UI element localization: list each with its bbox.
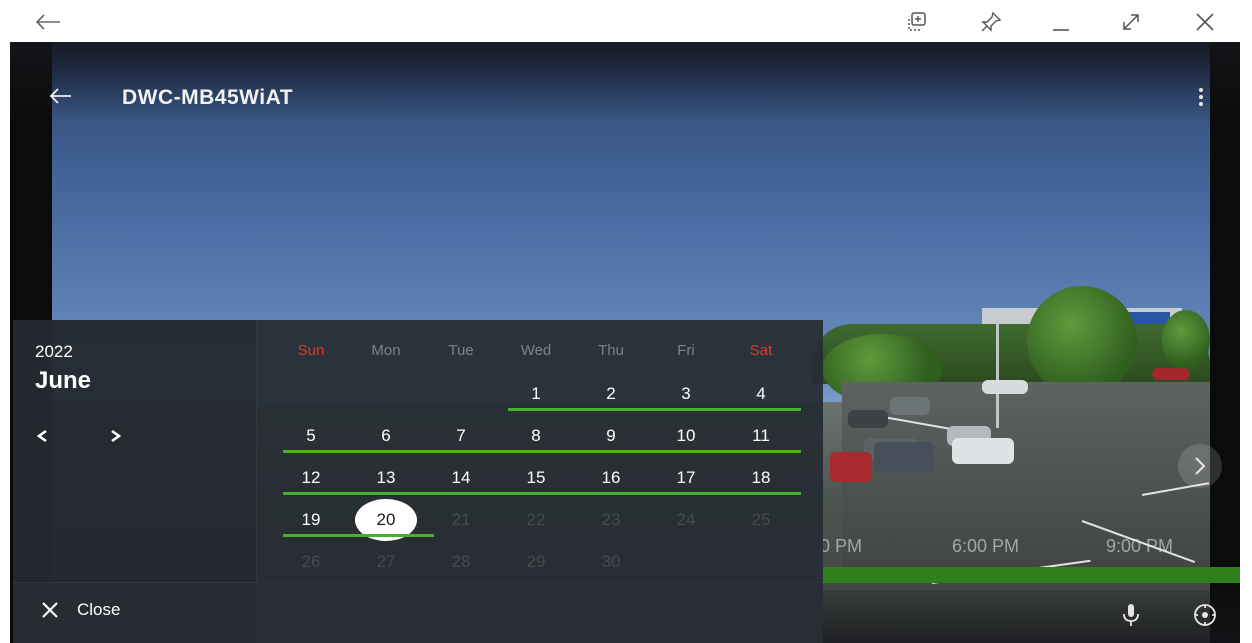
calendar-day-22: 22 xyxy=(526,510,546,529)
car xyxy=(890,397,930,415)
recording-timeline-bar[interactable] xyxy=(822,567,1240,583)
close-picker-button[interactable]: Close xyxy=(41,598,120,622)
minimize-icon xyxy=(1053,29,1069,31)
car xyxy=(982,380,1028,394)
expand-icon xyxy=(1123,14,1139,30)
car xyxy=(874,442,934,472)
minimize-button[interactable] xyxy=(1046,8,1076,36)
ptz-control-icon xyxy=(1194,604,1216,626)
chevron-right-icon xyxy=(1195,457,1206,475)
control-bar xyxy=(822,590,1240,643)
calendar-day-10[interactable]: 10 xyxy=(656,420,716,452)
calendar-day-23: 23 xyxy=(601,510,621,529)
calendar-day-13[interactable]: 13 xyxy=(356,462,416,494)
weekday-header-sat: Sat xyxy=(749,342,773,359)
arrow-left-icon xyxy=(35,14,60,30)
calendar-day-7[interactable]: 7 xyxy=(431,420,491,452)
calendar-day-6[interactable]: 6 xyxy=(356,420,416,452)
microphone-icon xyxy=(1123,604,1139,626)
recording-day-underline xyxy=(508,408,801,411)
recording-day-underline xyxy=(283,492,801,495)
recording-day-underline xyxy=(283,450,801,453)
calendar-day-21: 21 xyxy=(451,510,471,529)
calendar-day-15[interactable]: 15 xyxy=(506,462,566,494)
window-close-button[interactable] xyxy=(1190,8,1220,36)
camera-back-button[interactable] xyxy=(48,86,72,111)
tree xyxy=(1162,310,1210,370)
weekday-header-wed: Wed xyxy=(520,342,552,359)
calendar-day-29: 29 xyxy=(526,552,546,571)
weekday-header-fri: Fri xyxy=(677,342,695,359)
calendar-day-28: 28 xyxy=(451,552,471,571)
chevron-left-icon xyxy=(36,429,47,443)
recording-day-underline xyxy=(283,534,434,537)
date-picker-footer xyxy=(13,582,823,643)
calendar-day-4[interactable]: 4 xyxy=(731,378,791,410)
next-camera-button[interactable] xyxy=(1178,444,1222,488)
close-icon xyxy=(42,602,58,618)
calendar-day-24: 24 xyxy=(676,510,696,529)
calendar-day-5[interactable]: 5 xyxy=(281,420,341,452)
timeline-label: 0 PM xyxy=(820,536,863,556)
car xyxy=(830,452,872,482)
calendar-day-3[interactable]: 3 xyxy=(656,378,716,410)
previous-month-button[interactable] xyxy=(35,426,59,450)
timeline-label: 6:00 PM xyxy=(952,536,1020,556)
camera-topbar xyxy=(10,42,1240,122)
calendar-day-26: 26 xyxy=(301,552,321,571)
camera-title: DWC-MB45WiAT xyxy=(122,86,294,109)
weekday-header-thu: Thu xyxy=(598,342,624,359)
calendar-day-30: 30 xyxy=(601,552,621,571)
calendar-day-19[interactable]: 19 xyxy=(281,504,341,536)
calendar-day-17[interactable]: 17 xyxy=(656,462,716,494)
next-month-button[interactable] xyxy=(109,426,133,450)
picker-year: 2022 xyxy=(35,342,73,361)
window-back-button[interactable] xyxy=(30,8,66,36)
screenshot-icon xyxy=(908,12,926,31)
light-pole xyxy=(996,320,999,428)
calendar-day-8[interactable]: 8 xyxy=(506,420,566,452)
calendar-day-11[interactable]: 11 xyxy=(731,420,791,452)
car xyxy=(952,438,1014,464)
date-picker: 2022 June Sun Mon Tue Wed Thu Fri Sat 1 2 3 4 5 6 7 8 9… xyxy=(13,320,823,643)
car xyxy=(848,410,888,428)
calendar-day-27: 27 xyxy=(376,552,396,571)
timeline-labels: 0 PM 6:00 PM 9:00 PM xyxy=(820,536,1200,558)
pin-icon xyxy=(981,11,1002,32)
chevron-right-icon xyxy=(111,429,122,443)
weekday-header-mon: Mon xyxy=(371,342,401,359)
calendar-day-9[interactable]: 9 xyxy=(581,420,641,452)
microphone-button[interactable] xyxy=(1120,602,1142,633)
timeline-label: 9:00 PM xyxy=(1106,536,1174,556)
close-label: Close xyxy=(77,600,121,619)
pin-button[interactable] xyxy=(976,8,1006,36)
calendar-day-18[interactable]: 18 xyxy=(731,462,791,494)
kebab-menu-icon[interactable] xyxy=(1196,88,1206,110)
arrow-left-icon xyxy=(49,88,71,104)
calendar-day-1[interactable]: 1 xyxy=(506,378,566,410)
picker-month: June xyxy=(35,367,92,394)
calendar-day-12[interactable]: 12 xyxy=(281,462,341,494)
window-titlebar xyxy=(0,0,1252,42)
calendar-day-16[interactable]: 16 xyxy=(581,462,641,494)
close-icon xyxy=(1196,13,1214,31)
expand-button[interactable] xyxy=(1116,8,1146,36)
car xyxy=(1152,368,1190,380)
tree xyxy=(1027,286,1137,396)
ptz-control-button[interactable] xyxy=(1192,602,1218,633)
calendar-day-2[interactable]: 2 xyxy=(581,378,641,410)
weekday-header-tue: Tue xyxy=(448,342,474,359)
calendar-day-14[interactable]: 14 xyxy=(431,462,491,494)
screenshot-button[interactable] xyxy=(902,8,932,36)
weekday-header-sun: Sun xyxy=(297,342,325,359)
calendar-day-20[interactable]: 20 xyxy=(356,504,416,536)
calendar-day-25: 25 xyxy=(751,510,771,529)
